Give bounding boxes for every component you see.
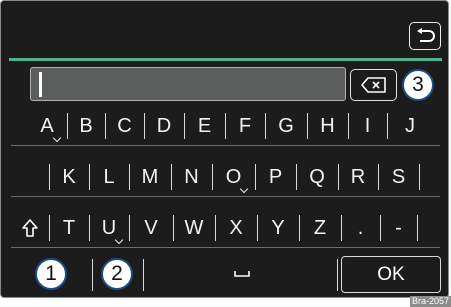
- key-u[interactable]: U: [89, 210, 129, 246]
- key-p[interactable]: P: [255, 159, 296, 195]
- key-label: Y: [271, 216, 285, 239]
- key-t[interactable]: T: [49, 210, 89, 246]
- key-c[interactable]: C: [105, 108, 144, 144]
- key-g[interactable]: G: [265, 108, 307, 144]
- key-separator: [417, 215, 418, 241]
- backspace-icon: [360, 77, 386, 93]
- key-label: D: [156, 114, 172, 137]
- key-label: -: [395, 216, 402, 239]
- delete-button[interactable]: [350, 69, 397, 101]
- key-label: I: [364, 114, 371, 137]
- figure-id: Bra-2057: [409, 296, 451, 307]
- space-key[interactable]: [147, 256, 337, 292]
- key-l[interactable]: L: [89, 159, 129, 195]
- key-label: .: [357, 216, 364, 239]
- key-v[interactable]: V: [129, 210, 173, 246]
- key-b[interactable]: B: [67, 108, 105, 144]
- key-label: K: [62, 165, 76, 188]
- key-label: W: [184, 216, 204, 239]
- ok-button[interactable]: OK: [341, 256, 441, 293]
- key-label: E: [197, 114, 212, 137]
- shift-arrow-icon: [22, 219, 38, 237]
- text-cursor: [39, 72, 42, 97]
- key-label: M: [141, 165, 159, 188]
- key-y[interactable]: Y: [257, 210, 299, 246]
- key-label: P: [268, 165, 283, 188]
- key-label: X: [229, 216, 243, 239]
- key-separator: [419, 164, 420, 190]
- space-bar-icon: [234, 271, 250, 277]
- header-divider: [9, 58, 442, 61]
- key-s[interactable]: S: [378, 159, 419, 195]
- key-label: A: [40, 114, 54, 137]
- key-label: O: [225, 165, 242, 188]
- back-arrow-icon: [417, 28, 435, 42]
- key-label: S: [391, 165, 406, 188]
- bottom-separator: [337, 259, 338, 291]
- key-j[interactable]: J: [387, 108, 433, 144]
- callout-3: 3: [402, 69, 434, 101]
- callout-1: 1: [35, 258, 67, 290]
- key-dash[interactable]: -: [380, 210, 417, 246]
- key-label: C: [117, 114, 132, 137]
- key-o[interactable]: O: [212, 159, 255, 195]
- key-d[interactable]: D: [144, 108, 184, 144]
- key-label: G: [278, 114, 294, 137]
- bottom-separator: [92, 259, 93, 291]
- key-label: H: [320, 114, 335, 137]
- key-label: V: [144, 216, 158, 239]
- key-i[interactable]: I: [348, 108, 387, 144]
- key-label: F: [238, 114, 252, 137]
- key-m[interactable]: M: [129, 159, 171, 195]
- key-q[interactable]: Q: [296, 159, 338, 195]
- callout-2: 2: [101, 258, 133, 290]
- key-e[interactable]: E: [184, 108, 225, 144]
- bottom-separator: [143, 259, 144, 291]
- key-label: R: [350, 165, 366, 188]
- key-label: Z: [313, 216, 327, 239]
- row-divider-2: [11, 196, 440, 197]
- back-button[interactable]: [409, 22, 441, 50]
- key-a[interactable]: A: [27, 108, 67, 144]
- key-label: L: [103, 165, 115, 188]
- key-x[interactable]: X: [215, 210, 257, 246]
- key-label: B: [79, 114, 93, 137]
- key-label: N: [184, 165, 199, 188]
- key-z[interactable]: Z: [299, 210, 341, 246]
- key-n[interactable]: N: [171, 159, 212, 195]
- key-label: Q: [309, 165, 325, 188]
- key-f[interactable]: F: [225, 108, 265, 144]
- key-k[interactable]: K: [49, 159, 89, 195]
- key-label: U: [101, 216, 117, 239]
- key-label: J: [405, 114, 415, 137]
- row-divider-3: [11, 247, 440, 248]
- key-h[interactable]: H: [307, 108, 348, 144]
- key-dot[interactable]: .: [341, 210, 380, 246]
- key-label: T: [62, 216, 76, 239]
- key-r[interactable]: R: [338, 159, 378, 195]
- infotainment-screen: A B C D E F G H I J K L M N O P Q R S T U V W X Y Z. - OK: [0, 0, 449, 298]
- row-divider-1: [11, 145, 440, 146]
- figure: A B C D E F G H I J K L M N O P Q R S T U V W X Y Z. - OK 3 1 2 Br…: [0, 0, 451, 307]
- key-w[interactable]: W: [173, 210, 215, 246]
- text-input-field[interactable]: [30, 67, 346, 101]
- shift-key[interactable]: [11, 210, 49, 246]
